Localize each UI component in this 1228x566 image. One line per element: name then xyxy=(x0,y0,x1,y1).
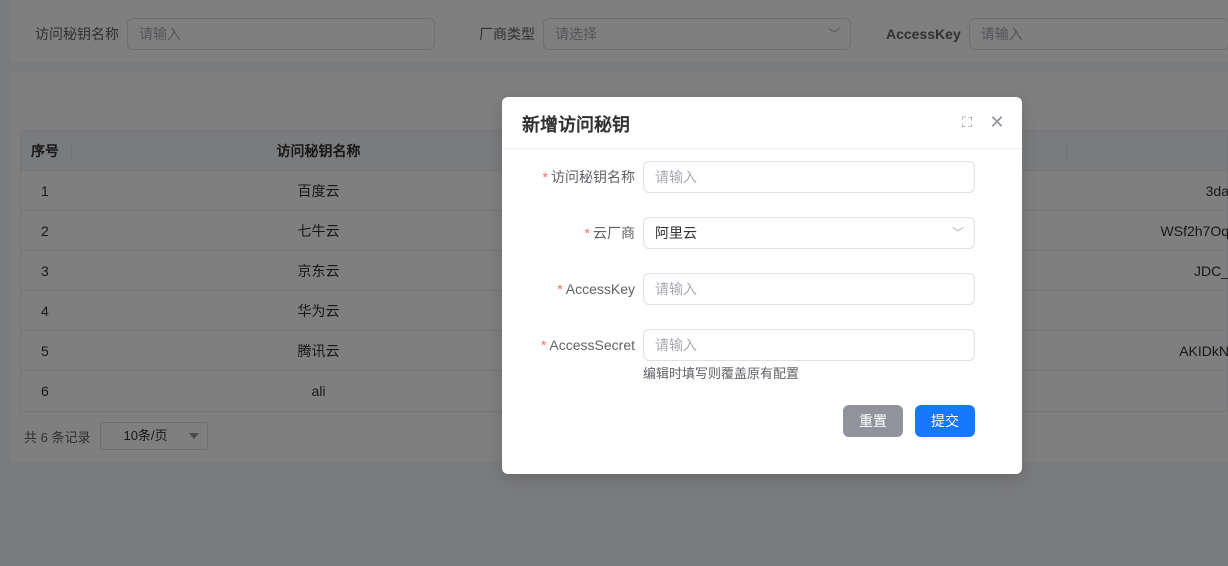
form-row-secret: * AccessSecret 请输入 xyxy=(502,329,1022,361)
required-mark: * xyxy=(540,337,547,353)
required-mark: * xyxy=(584,225,590,241)
accesskey-field-label-text: AccessKey xyxy=(565,281,635,297)
close-icon[interactable]: ✕ xyxy=(988,113,1006,131)
form-row-name: * 访问秘钥名称 请输入 xyxy=(502,161,1022,193)
secret-field-input[interactable]: 请输入 xyxy=(643,329,975,361)
name-field-label-text: 访问秘钥名称 xyxy=(551,169,635,185)
vendor-select[interactable]: 阿里云 ﹀ xyxy=(643,217,975,249)
submit-button[interactable]: 提交 xyxy=(915,405,975,437)
required-mark: * xyxy=(542,169,548,185)
vendor-field-label: * 云厂商 xyxy=(502,217,635,249)
accesskey-field-input[interactable]: 请输入 xyxy=(643,273,975,305)
secret-field-label-text: AccessSecret xyxy=(549,337,635,353)
secret-field-hint: 编辑时填写则覆盖原有配置 xyxy=(643,366,800,381)
dialog-header: 新增访问秘钥 ⛶ ✕ xyxy=(502,97,1022,149)
chevron-down-icon: ﹀ xyxy=(951,226,964,240)
name-field-label: * 访问秘钥名称 xyxy=(502,161,635,193)
fullscreen-icon[interactable]: ⛶ xyxy=(958,113,976,131)
name-field-input[interactable]: 请输入 xyxy=(643,161,975,193)
dialog-title: 新增访问秘钥 xyxy=(522,115,630,135)
secret-field-label: * AccessSecret xyxy=(502,329,635,361)
add-access-key-dialog: 新增访问秘钥 ⛶ ✕ * 访问秘钥名称 请输入 * 云厂商 阿里云 ﹀ * Acces… xyxy=(502,97,1022,474)
vendor-field-label-text: 云厂商 xyxy=(593,225,635,241)
required-mark: * xyxy=(557,281,563,297)
accesskey-field-label: * AccessKey xyxy=(502,273,635,305)
form-row-accesskey: * AccessKey 请输入 xyxy=(502,273,1022,305)
vendor-select-value: 阿里云 xyxy=(655,225,697,241)
reset-button[interactable]: 重置 xyxy=(843,405,903,437)
form-row-vendor: * 云厂商 阿里云 ﹀ xyxy=(502,217,1022,249)
